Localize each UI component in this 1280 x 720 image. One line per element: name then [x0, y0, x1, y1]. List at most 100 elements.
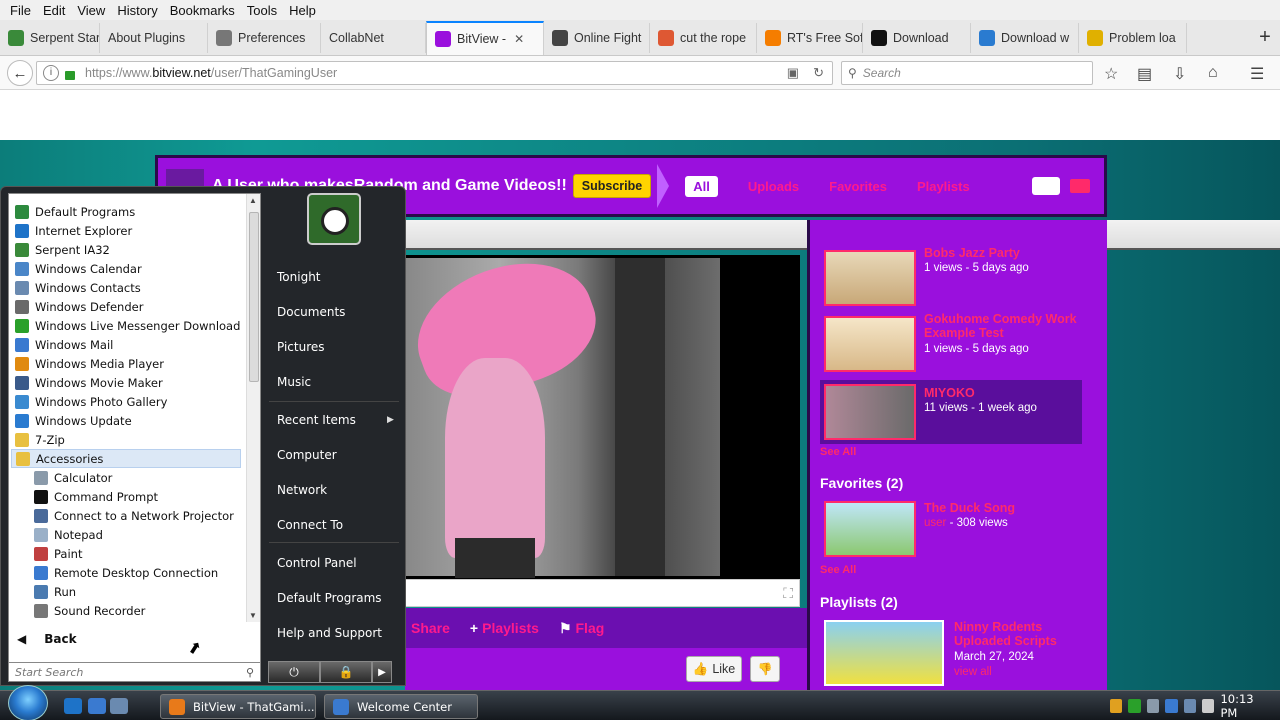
video-item[interactable]: Gokuhome Comedy Work Example Test 1 view… [824, 312, 1086, 376]
lock-button[interactable]: 🔒 [320, 661, 372, 683]
see-all-link[interactable]: See All [820, 446, 856, 458]
back-button[interactable]: ← [7, 60, 33, 86]
program-item[interactable]: Notepad [34, 525, 103, 544]
see-all-link[interactable]: See All [820, 564, 856, 576]
bookmark-star-icon[interactable]: ☆ [1104, 64, 1118, 84]
tray-app-icon[interactable] [1165, 699, 1178, 713]
program-item[interactable]: 7-Zip [15, 430, 65, 449]
browser-tab[interactable]: Download [863, 22, 971, 53]
menu-bookmarks[interactable]: Bookmarks [164, 3, 241, 18]
start-link-tonight[interactable]: Tonight [277, 270, 321, 284]
program-item[interactable]: Windows Live Messenger Download [15, 316, 240, 335]
program-item[interactable]: Windows Calendar [15, 259, 142, 278]
tab-favorites[interactable]: Favorites [829, 179, 887, 194]
program-item[interactable]: Windows Mail [15, 335, 113, 354]
tab-uploads[interactable]: Uploads [748, 179, 799, 194]
new-tab-button[interactable]: + [1250, 26, 1280, 49]
program-item[interactable]: Calculator [34, 468, 112, 487]
program-item[interactable]: Command Prompt [34, 487, 158, 506]
program-item[interactable]: Windows Defender [15, 297, 143, 316]
start-link-music[interactable]: Music [277, 375, 311, 389]
video-title[interactable]: Bobs Jazz Party [924, 246, 1092, 260]
browser-tab[interactable]: Online Fight [544, 22, 650, 53]
browser-tab[interactable]: BitView - ✕ [426, 20, 544, 55]
program-item[interactable]: Windows Contacts [15, 278, 141, 297]
info-icon[interactable]: i [43, 65, 59, 81]
video-controls[interactable]: ⛶ [405, 579, 800, 607]
clock[interactable]: 10:13 PM [1220, 692, 1268, 720]
playlist-item[interactable]: Ninny Rodents Uploaded Scripts March 27,… [824, 620, 1086, 690]
browser-tab[interactable]: Preferences [208, 22, 321, 53]
tray-app-icon[interactable] [1146, 699, 1160, 713]
playlists-link[interactable]: Playlists [482, 620, 539, 636]
video-title[interactable]: MIYOKO [924, 386, 1092, 400]
program-item[interactable]: Windows Media Player [15, 354, 164, 373]
shutdown-options-arrow[interactable]: ▶ [372, 661, 392, 683]
tab-all[interactable]: All [685, 175, 718, 197]
switch-windows-icon[interactable] [110, 698, 128, 714]
video-title[interactable]: Gokuhome Comedy Work Example Test [924, 312, 1092, 340]
start-link-pictures[interactable]: Pictures [277, 340, 325, 354]
browser-tab[interactable]: cut the rope [650, 22, 757, 53]
user-picture[interactable] [307, 193, 361, 245]
bookmarks-list-icon[interactable]: ▤ [1137, 64, 1152, 84]
channel-option-icon[interactable] [1070, 179, 1090, 193]
start-link-default-programs[interactable]: Default Programs [277, 591, 382, 605]
program-item[interactable]: Windows Photo Gallery [15, 392, 167, 411]
tab-playlists[interactable]: Playlists [917, 179, 970, 194]
browser-tab[interactable]: Problem loa [1079, 22, 1187, 53]
menu-help[interactable]: Help [283, 3, 322, 18]
browser-tab[interactable]: Download w [971, 22, 1079, 53]
menu-file[interactable]: File [4, 3, 37, 18]
home-icon[interactable]: ⌂ [1208, 64, 1218, 82]
share-link[interactable]: Share [411, 620, 450, 636]
menu-edit[interactable]: Edit [37, 3, 71, 18]
start-link-connect-to[interactable]: Connect To [277, 518, 343, 532]
video-item-selected[interactable]: MIYOKO 11 views - 1 week ago [820, 380, 1082, 444]
browser-tab[interactable]: RT's Free Sof [757, 22, 863, 53]
subscribe-button[interactable]: Subscribe [572, 174, 652, 198]
player-mode-icon[interactable] [1032, 177, 1060, 195]
program-item[interactable]: Paint [34, 544, 82, 563]
scroll-thumb[interactable] [249, 212, 259, 382]
network-icon[interactable] [1183, 699, 1197, 713]
start-link-network[interactable]: Network [277, 483, 327, 497]
program-item[interactable]: Default Programs [15, 202, 135, 221]
start-orb[interactable] [8, 685, 48, 720]
start-link-control-panel[interactable]: Control Panel [277, 556, 357, 570]
video-item[interactable]: Bobs Jazz Party 1 views - 5 days ago [824, 246, 1086, 310]
favorite-item[interactable]: The Duck Song user - 308 views [824, 501, 1086, 561]
menu-history[interactable]: History [111, 3, 163, 18]
browser-tab[interactable]: About Plugins [100, 22, 208, 53]
video-player[interactable] [405, 255, 800, 580]
program-item[interactable]: Accessories [11, 449, 241, 468]
playlist-thumbnail[interactable] [824, 620, 944, 686]
video-thumbnail[interactable] [824, 501, 916, 557]
start-link-documents[interactable]: Documents [277, 305, 345, 319]
program-item[interactable]: Run [34, 582, 76, 601]
start-link-help-and-support[interactable]: Help and Support [277, 626, 382, 640]
video-thumbnail[interactable] [824, 384, 916, 440]
back-row[interactable]: ◀ Back [17, 632, 77, 646]
program-scrollbar[interactable]: ▲ ▼ [246, 194, 260, 622]
ie-quicklaunch-icon[interactable] [64, 698, 82, 714]
close-tab-icon[interactable]: ✕ [514, 32, 524, 46]
volume-icon[interactable] [1202, 699, 1215, 713]
dislike-button[interactable]: 👎 [750, 656, 780, 682]
program-item[interactable]: Connect to a Network Projector [34, 506, 234, 525]
taskbar-button[interactable]: Welcome Center [324, 694, 478, 719]
checkmark-icon[interactable] [1128, 699, 1141, 713]
video-thumbnail[interactable] [824, 250, 916, 306]
start-search-input[interactable]: Start Search ⚲ [8, 662, 261, 682]
start-link-recent-items[interactable]: Recent Items [277, 413, 356, 427]
scroll-up-icon[interactable]: ▲ [249, 196, 257, 205]
like-button[interactable]: 👍 Like [686, 656, 742, 682]
program-item[interactable]: Windows Update [15, 411, 132, 430]
browser-tab[interactable]: CollabNet [321, 22, 426, 53]
reader-view-icon[interactable]: ▣ [787, 65, 799, 81]
scroll-down-icon[interactable]: ▼ [249, 611, 257, 620]
menu-tools[interactable]: Tools [241, 3, 283, 18]
program-item[interactable]: Remote Desktop Connection [34, 563, 218, 582]
power-button[interactable]: ⏻ [268, 661, 320, 683]
program-item[interactable]: Internet Explorer [15, 221, 132, 240]
